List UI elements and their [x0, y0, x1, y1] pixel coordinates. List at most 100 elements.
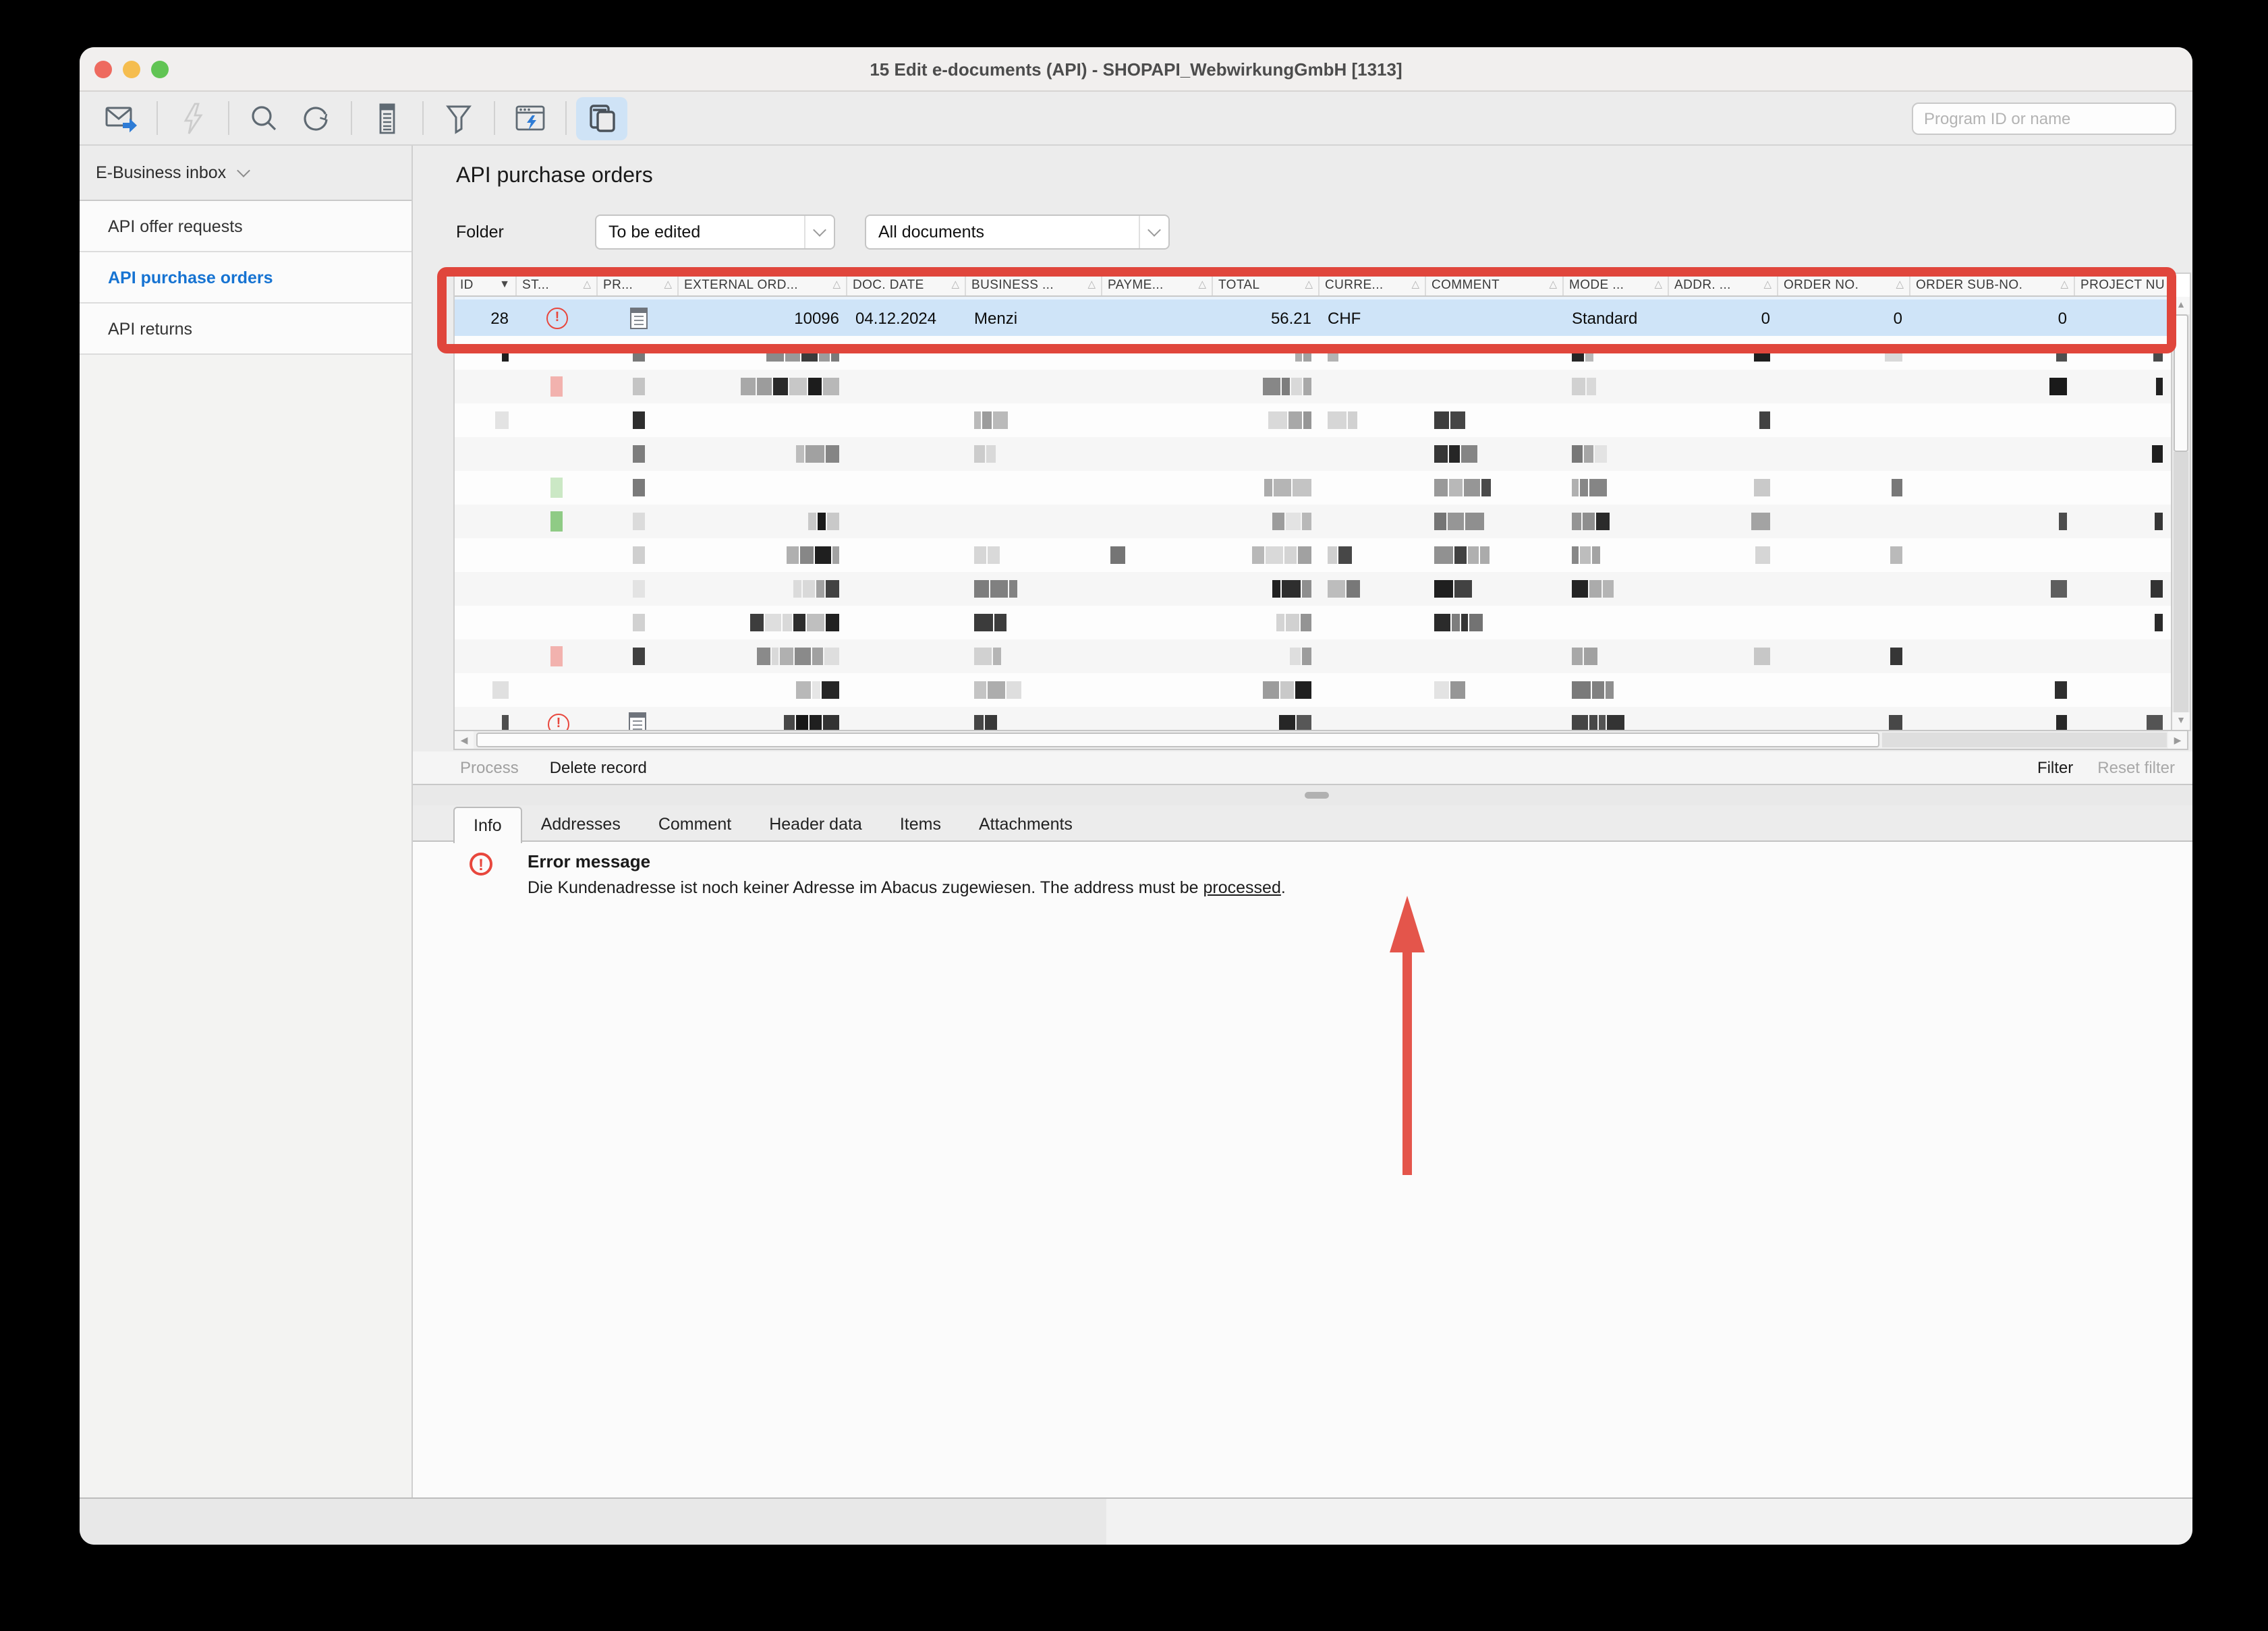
redacted-block — [1464, 479, 1480, 496]
close-button[interactable] — [94, 60, 112, 78]
redacted-block — [974, 580, 989, 598]
table-row-redacted[interactable] — [455, 707, 2171, 730]
table-row-redacted[interactable] — [455, 639, 2171, 673]
tab-header-data[interactable]: Header data — [750, 807, 881, 842]
table-row-redacted[interactable] — [455, 471, 2171, 505]
redacted-block — [2153, 344, 2163, 362]
cell-project — [2075, 299, 2171, 336]
traffic-lights — [94, 47, 169, 90]
redacted-block — [633, 411, 645, 429]
sidebar-item-api-offer-requests[interactable]: API offer requests — [80, 201, 412, 252]
tab-attachments[interactable]: Attachments — [960, 807, 1092, 842]
table-row-selected[interactable]: 28 10096 04.12.2024 Menzi 56.21 CHF Standard 0 0… — [455, 297, 2171, 336]
cell-id: 28 — [455, 299, 517, 336]
tab-addresses[interactable]: Addresses — [522, 807, 640, 842]
column-header-external_order[interactable]: EXTERNAL ORD... △ — [679, 274, 847, 295]
vertical-scrollbar[interactable]: ▲ ▼ — [2171, 297, 2190, 730]
scroll-right-arrow[interactable]: ▶ — [2168, 731, 2187, 749]
horizontal-scroll-thumb[interactable] — [476, 733, 1879, 747]
redacted-block — [1890, 546, 1902, 564]
redacted-block — [772, 648, 778, 665]
redacted-block — [1268, 411, 1287, 429]
tab-info[interactable]: Info — [453, 807, 522, 843]
scroll-up-arrow[interactable]: ▲ — [2172, 297, 2190, 314]
vertical-scroll-track[interactable] — [2174, 452, 2188, 712]
redacted-block — [1759, 411, 1770, 429]
table-row-redacted[interactable] — [455, 403, 2171, 437]
titlebar: 15 Edit e-documents (API) - SHOPAPI_Webw… — [80, 47, 2192, 92]
table-row-redacted[interactable] — [455, 572, 2171, 606]
sidebar-header-ebusiness-inbox[interactable]: E-Business inbox — [80, 146, 412, 201]
scroll-left-arrow[interactable]: ◀ — [455, 731, 474, 749]
redacted-block — [1007, 681, 1021, 699]
sort-icon: △ — [2167, 279, 2170, 290]
column-header-comment[interactable]: COMMENT △ — [1426, 274, 1564, 295]
horizontal-scrollbar[interactable]: ◀ ▶ — [453, 730, 2188, 750]
column-header-doc_date[interactable]: DOC. DATE △ — [847, 274, 966, 295]
column-header-currency[interactable]: CURRE... △ — [1320, 274, 1426, 295]
vertical-scroll-thumb[interactable] — [2174, 314, 2188, 452]
table-row-redacted[interactable] — [455, 505, 2171, 538]
program-search-input[interactable] — [1912, 102, 2176, 134]
column-header-total[interactable]: TOTAL △ — [1213, 274, 1320, 295]
column-header-id[interactable]: ID ▼ — [455, 274, 517, 295]
sort-icon: △ — [664, 278, 672, 291]
scroll-down-arrow[interactable]: ▼ — [2172, 712, 2190, 730]
document-filter-button[interactable] — [1139, 216, 1168, 248]
redacted-block — [1599, 715, 1606, 730]
processed-link[interactable]: processed — [1203, 878, 1281, 897]
redacted-block — [1572, 715, 1588, 730]
horizontal-scroll-track[interactable] — [1882, 733, 2167, 747]
column-header-mode[interactable]: MODE ... △ — [1564, 274, 1669, 295]
redacted-block — [805, 445, 824, 463]
sidebar-item-api-purchase-orders[interactable]: API purchase orders — [80, 252, 412, 304]
folder-select[interactable]: To be edited — [595, 214, 835, 250]
table-row-redacted[interactable] — [455, 606, 2171, 639]
splitter-drag-handle[interactable] — [1305, 792, 1329, 799]
table-row-redacted[interactable] — [455, 673, 2171, 707]
redacted-block — [1469, 614, 1483, 631]
table-row-redacted[interactable] — [455, 370, 2171, 403]
column-label: MODE ... — [1569, 277, 1624, 292]
tab-comment[interactable]: Comment — [640, 807, 750, 842]
table-row-redacted[interactable] — [455, 336, 2171, 370]
column-header-status[interactable]: ST... △ — [517, 274, 598, 295]
redacted-block — [492, 681, 509, 699]
program-flash-icon[interactable] — [505, 96, 556, 140]
tab-items[interactable]: Items — [881, 807, 960, 842]
cell-mode: Standard — [1564, 299, 1669, 336]
column-header-document_icon[interactable]: PR... △ — [598, 274, 679, 295]
filter-button[interactable]: Filter — [2037, 758, 2073, 777]
redacted-block — [766, 344, 784, 362]
window-title: 15 Edit e-documents (API) - SHOPAPI_Webw… — [870, 59, 1402, 79]
document-filter-select[interactable]: All documents — [865, 214, 1170, 250]
redacted-block — [831, 344, 839, 362]
column-header-order_no[interactable]: ORDER NO. △ — [1778, 274, 1910, 295]
column-header-payment[interactable]: PAYME... △ — [1102, 274, 1213, 295]
redacted-block — [1303, 344, 1311, 362]
redacted-block — [1596, 513, 1610, 530]
redacted-block — [633, 378, 645, 395]
zoom-button[interactable] — [151, 60, 169, 78]
filter-funnel-icon[interactable] — [433, 96, 484, 140]
minimize-button[interactable] — [123, 60, 140, 78]
table-header: ID ▼ ST... △ PR... △ EXTERNAL ORD... △ DOC. DATE… — [455, 274, 2171, 297]
table-row-redacted[interactable] — [455, 538, 2171, 572]
table-row-redacted[interactable] — [455, 437, 2171, 471]
redacted-block — [1264, 479, 1272, 496]
sidebar-item-api-returns[interactable]: API returns — [80, 304, 412, 355]
column-header-business[interactable]: BUSINESS ... △ — [966, 274, 1102, 295]
redacted-block — [796, 681, 811, 699]
mail-send-icon[interactable] — [96, 96, 147, 140]
edocuments-window-icon[interactable] — [576, 96, 627, 140]
folder-select-button[interactable] — [804, 216, 834, 248]
column-header-project[interactable]: PROJECT NU△ — [2075, 274, 2171, 295]
delete-record-button[interactable]: Delete record — [550, 758, 647, 777]
search-icon[interactable] — [239, 96, 290, 140]
action-bar: Process Delete record Filter Reset filte… — [413, 751, 2192, 785]
report-icon[interactable] — [362, 96, 413, 140]
refresh-icon[interactable] — [290, 96, 341, 140]
column-header-addr[interactable]: ADDR. ... △ — [1669, 274, 1778, 295]
column-header-order_sub_no[interactable]: ORDER SUB-NO. △ — [1910, 274, 2075, 295]
redacted-block — [633, 580, 645, 598]
